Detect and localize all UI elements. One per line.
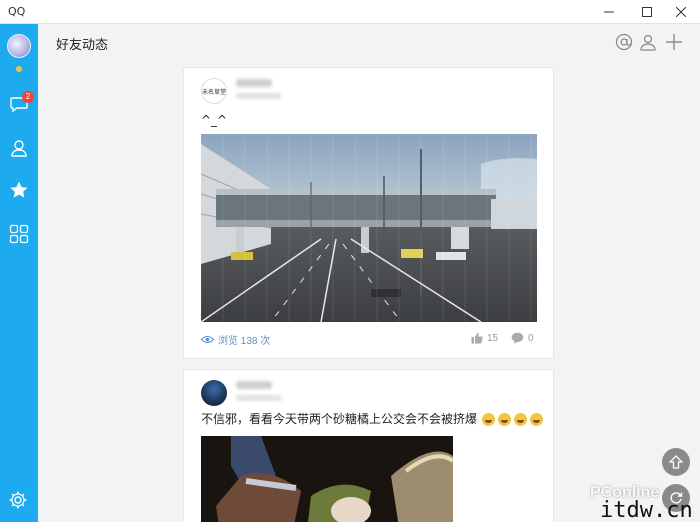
user-avatar[interactable] xyxy=(7,34,31,58)
close-icon xyxy=(676,7,686,17)
minimize-icon xyxy=(604,11,614,13)
post-avatar[interactable]: 未名草堂 xyxy=(201,78,227,104)
title-bar: QQ xyxy=(0,0,700,24)
comment-button[interactable]: 0 xyxy=(511,332,534,344)
post-stats: 浏览 138 次 15 0 xyxy=(201,330,537,348)
profile-button[interactable] xyxy=(638,32,658,52)
scroll-top-button[interactable] xyxy=(662,448,690,476)
laughing-emoji-icon xyxy=(513,413,527,426)
gear-icon xyxy=(9,491,27,509)
laughing-emoji-icon xyxy=(497,413,511,426)
window-title: QQ xyxy=(8,5,26,18)
star-icon xyxy=(10,181,28,198)
unread-badge: 2 xyxy=(22,91,34,103)
like-button[interactable]: 15 xyxy=(471,332,498,344)
laughing-emoji-icon xyxy=(481,413,495,426)
airport-photo xyxy=(201,134,537,322)
post-time-blurred xyxy=(236,395,282,401)
header: 好友动态 xyxy=(38,24,700,60)
watermark-site: itdw.cn xyxy=(600,498,693,522)
contacts-nav[interactable] xyxy=(7,136,31,160)
arrow-up-icon xyxy=(669,455,683,469)
like-count: 15 xyxy=(487,332,499,344)
feed-nav[interactable] xyxy=(7,178,31,202)
eye-icon xyxy=(201,336,214,343)
comment-icon xyxy=(511,332,524,344)
post-card: 不信邪，看看今天带两个砂糖橘上公交会不会被挤爆 xyxy=(183,369,554,522)
page-title: 好友动态 xyxy=(56,38,109,53)
minimize-button[interactable] xyxy=(590,0,628,24)
thumbs-up-icon xyxy=(471,332,483,344)
author-name-blurred xyxy=(236,381,272,389)
post-text-row: 不信邪，看看今天带两个砂糖橘上公交会不会被挤爆 xyxy=(201,410,543,427)
post-photo[interactable] xyxy=(201,436,453,522)
post-avatar[interactable] xyxy=(201,380,227,406)
comment-count: 0 xyxy=(528,332,534,344)
laughing-emoji-row xyxy=(481,413,543,426)
apps-nav[interactable] xyxy=(7,222,31,246)
post-card: 未名草堂 ^_^ 浏览 138 次 15 0 xyxy=(183,67,554,359)
hands-photo xyxy=(201,436,453,522)
views-label: 浏览 138 次 xyxy=(218,336,271,347)
apps-grid-icon xyxy=(9,224,29,244)
maximize-icon xyxy=(642,7,652,17)
mentions-button[interactable] xyxy=(614,32,634,52)
avatar-text: 未名草堂 xyxy=(202,88,227,96)
add-post-button[interactable] xyxy=(664,32,684,52)
at-icon xyxy=(615,33,633,51)
sidebar: 2 xyxy=(0,24,38,522)
feed: 未名草堂 ^_^ 浏览 138 次 15 0 不信邪，看看今天带两个砂糖橘上公交… xyxy=(38,60,700,522)
plus-icon xyxy=(666,34,682,50)
post-text: ^_^ xyxy=(201,113,228,127)
post-time-blurred xyxy=(236,93,282,99)
post-photo[interactable] xyxy=(201,134,537,322)
close-button[interactable] xyxy=(662,0,700,24)
status-dot xyxy=(16,66,22,72)
post-text: 不信邪，看看今天带两个砂糖橘上公交会不会被挤爆 xyxy=(201,412,478,426)
laughing-emoji-icon xyxy=(529,413,543,426)
settings-button[interactable] xyxy=(8,490,28,515)
contacts-icon xyxy=(11,140,27,157)
maximize-button[interactable] xyxy=(628,0,666,24)
views-count[interactable]: 浏览 138 次 xyxy=(201,332,270,347)
person-icon xyxy=(640,34,656,51)
author-name-blurred xyxy=(236,79,272,87)
